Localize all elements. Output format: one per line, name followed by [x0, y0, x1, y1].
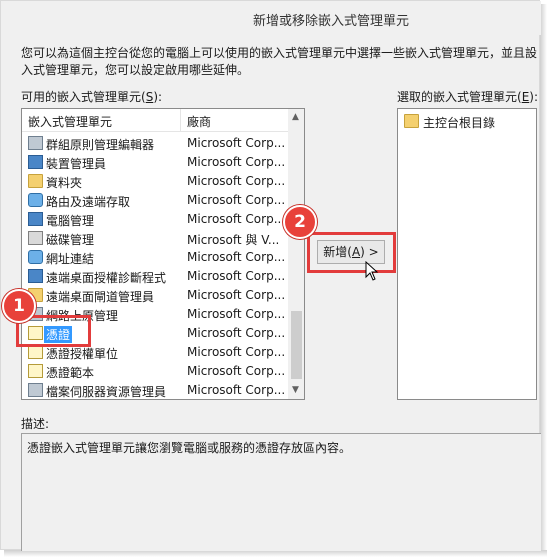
annotation-badge-1: 1 [2, 289, 36, 323]
certificate-templates-icon [28, 364, 43, 378]
snapin-row[interactable]: 路由及遠端存取 Microsoft Corp... [22, 191, 288, 210]
mouse-cursor-icon [365, 261, 379, 281]
scroll-down-button[interactable]: ▼ [288, 382, 304, 399]
list-item-console-root[interactable]: 主控台根目錄 [403, 112, 533, 131]
snapin-row[interactable]: 磁碟管理 Microsoft 與 V... [22, 229, 288, 248]
snapin-name: 憑證範本 [46, 366, 95, 380]
snapin-row[interactable]: 裝置管理員 Microsoft Corp... [22, 153, 288, 172]
link-icon [28, 250, 43, 264]
snapin-vendor: Microsoft Corp... [187, 250, 286, 264]
snapin-vendor: Microsoft Corp... [187, 174, 286, 188]
computer-management-icon [28, 212, 43, 226]
description-box: 憑證嵌入式管理單元讓您瀏覽電腦或服務的憑證存放區內容。 [21, 433, 541, 551]
list-header: 嵌入式管理單元 廠商 [22, 109, 288, 132]
column-header-vendor[interactable]: 廠商 [187, 113, 211, 130]
snapin-vendor: Microsoft Corp... [187, 269, 286, 283]
snapin-vendor: Microsoft Corp... [187, 288, 286, 302]
policy-editor-icon [28, 136, 43, 150]
snapin-name: 檔案伺服器資源管理員 [46, 385, 167, 399]
certification-authority-icon [28, 345, 43, 359]
disk-management-icon [28, 231, 43, 245]
snapin-name: 資料夾 [46, 176, 83, 190]
snapin-row[interactable]: 檔案伺服器資源管理員 Microsoft Corp... [22, 381, 288, 399]
snapin-name: 磁碟管理 [46, 233, 95, 247]
snapin-vendor: Microsoft Corp... [187, 155, 286, 169]
annotation-badge-2: 2 [283, 205, 317, 239]
available-snapins-list[interactable]: 嵌入式管理單元 廠商 群組原則管理編輯器 Microsoft Corp... 裝置管… [21, 108, 305, 400]
scroll-up-icon: ▲ [292, 112, 299, 122]
available-snapins-label: 可用的嵌入式管理單元(S): [21, 90, 163, 104]
scroll-up-button[interactable]: ▲ [288, 109, 304, 126]
description-text: 憑證嵌入式管理單元讓您瀏覽電腦或服務的憑證存放區內容。 [27, 441, 352, 455]
title-bar: 新增或移除嵌入式管理單元 [1, 1, 541, 35]
add-remove-snapins-dialog: 新增或移除嵌入式管理單元 您可以為這個主控台從您的電腦上可以使用的嵌入式管理單元… [0, 0, 541, 551]
snapin-vendor: Microsoft Corp... [187, 345, 286, 359]
snapin-row[interactable]: 遠端桌面授權診斷程式 Microsoft Corp... [22, 267, 288, 286]
device-manager-icon [28, 155, 43, 169]
selected-snapins-label: 選取的嵌入式管理單元(E): [397, 90, 539, 104]
snapin-vendor: Microsoft 與 V... [187, 233, 280, 247]
folder-icon [404, 114, 419, 128]
snapin-row[interactable]: 資料夾 Microsoft Corp... [22, 172, 288, 191]
scroll-down-icon: ▼ [292, 385, 299, 395]
snapin-name: 遠端桌面授權診斷程式 [46, 271, 167, 285]
snapin-vendor: Microsoft Corp... [187, 383, 286, 397]
instructions-line-2: 入式管理單元，您可以設定啟用哪些延伸。 [21, 63, 250, 77]
dialog-title: 新增或移除嵌入式管理單元 [252, 14, 409, 29]
snapin-row[interactable]: 遠端桌面閘道管理員 Microsoft Corp... [22, 286, 288, 305]
snapin-vendor: Microsoft Corp... [187, 136, 286, 150]
column-header-snapin[interactable]: 嵌入式管理單元 [28, 113, 112, 130]
description-label: 描述: [21, 417, 50, 431]
snapin-vendor: Microsoft Corp... [187, 326, 286, 340]
column-separator[interactable] [180, 109, 181, 131]
snapin-name: 裝置管理員 [46, 157, 107, 171]
snapin-row[interactable]: 網址連結 Microsoft Corp... [22, 248, 288, 267]
folder-icon [28, 174, 43, 188]
snapin-name: 遠端桌面閘道管理員 [46, 290, 155, 304]
snapin-vendor: Microsoft Corp... [187, 364, 286, 378]
routing-icon [28, 193, 43, 207]
snapin-name: 路由及遠端存取 [46, 195, 131, 209]
snapin-vendor: Microsoft Corp... [187, 212, 286, 226]
rd-licensing-icon [28, 269, 43, 283]
list-scrollbar[interactable]: ▲ ▼ [288, 109, 304, 399]
snapin-row[interactable]: 電腦管理 Microsoft Corp... [22, 210, 288, 229]
snapin-name: 網址連結 [46, 252, 95, 266]
snapin-vendor: Microsoft Corp... [187, 307, 286, 321]
snapin-row[interactable]: 憑證範本 Microsoft Corp... [22, 362, 288, 381]
instructions-line-1: 您可以為這個主控台從您的電腦上可以使用的嵌入式管理單元中選擇一些嵌入式管理單元，… [21, 46, 538, 60]
snapin-row[interactable]: 群組原則管理編輯器 Microsoft Corp... [22, 134, 288, 153]
scrollbar-thumb[interactable] [291, 311, 302, 379]
selected-snapins-list[interactable]: 主控台根目錄 [397, 108, 537, 400]
snapin-name: 憑證授權單位 [46, 347, 119, 361]
fsrm-icon [28, 383, 43, 397]
snapin-name: 電腦管理 [46, 214, 95, 228]
snapin-name: 群組原則管理編輯器 [46, 138, 155, 152]
snapin-vendor: Microsoft Corp... [187, 193, 286, 207]
selected-item-label: 主控台根目錄 [423, 116, 496, 130]
